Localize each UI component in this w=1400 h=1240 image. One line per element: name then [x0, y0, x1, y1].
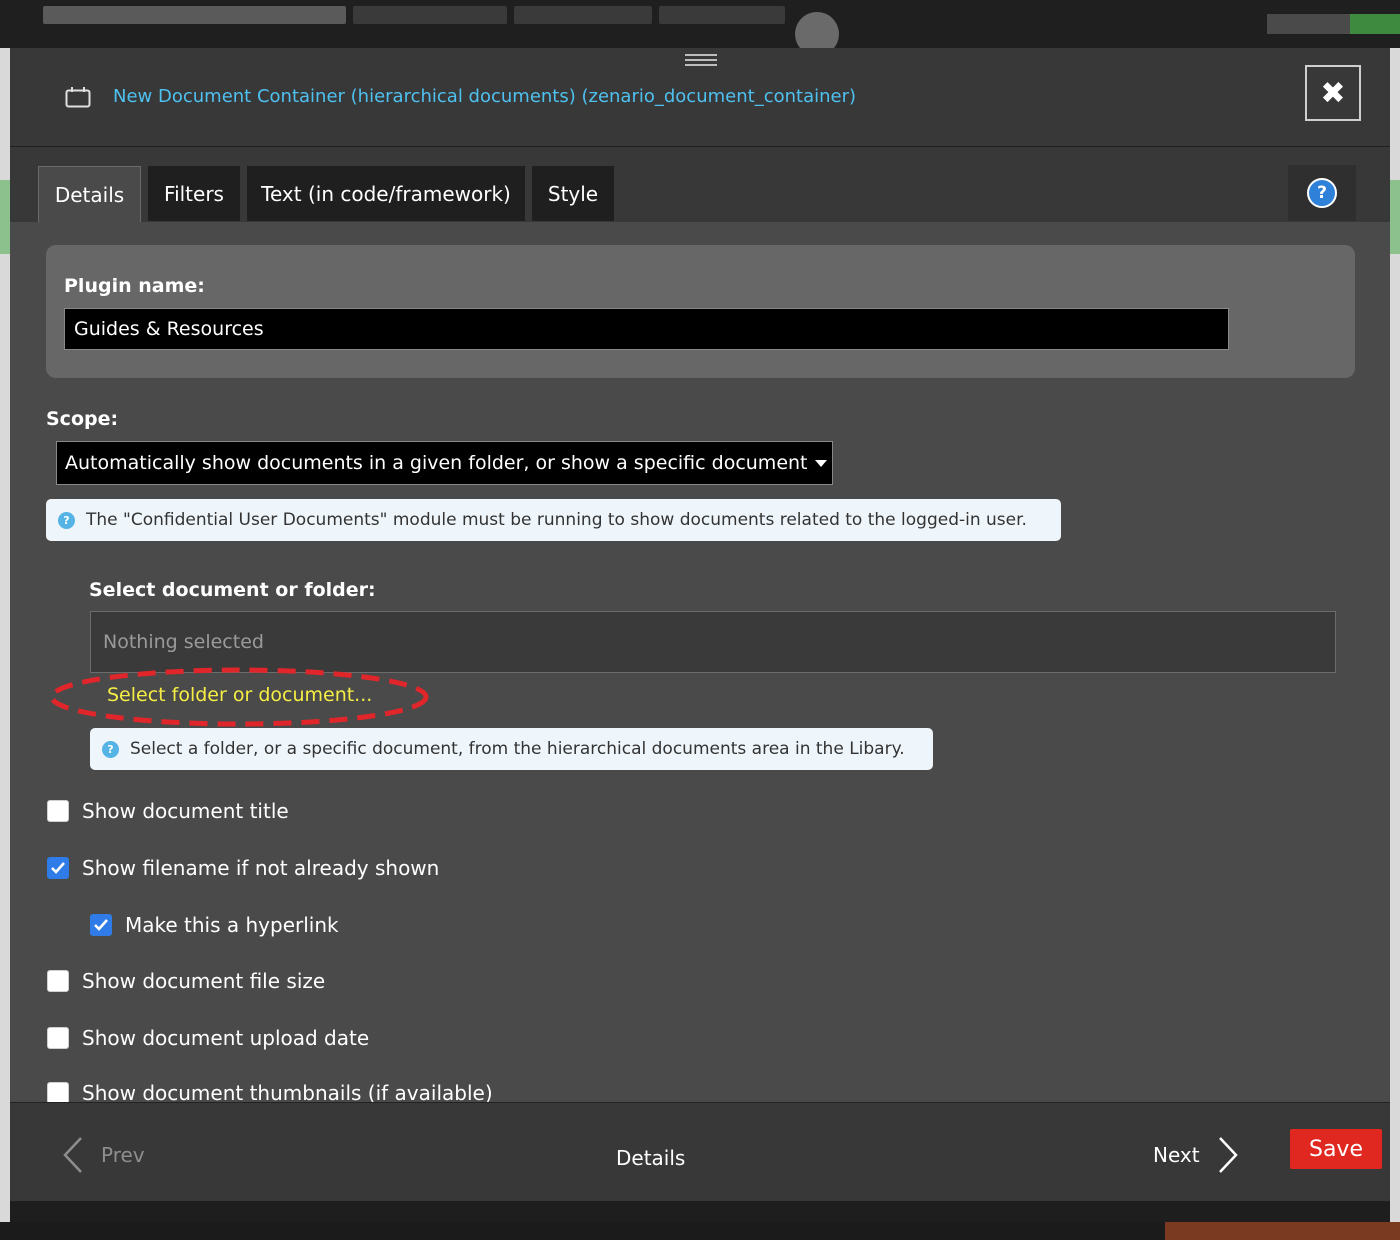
scope-note: ? The "Confidential User Documents" modu… — [46, 499, 1061, 541]
tab-label: Text (in code/framework) — [261, 181, 511, 206]
checkbox[interactable] — [47, 857, 69, 879]
checkbox[interactable] — [47, 1082, 69, 1102]
background-topbar — [0, 0, 1400, 56]
scope-label: Scope: — [46, 408, 119, 430]
option-label: Make this a hyperlink — [125, 913, 339, 937]
background-tab — [43, 6, 346, 24]
background-bottom-accent — [1165, 1222, 1400, 1240]
plugin-name-panel: Plugin name: Guides & Resources — [46, 245, 1355, 378]
chevron-right-icon — [1218, 1137, 1238, 1173]
plugin-name-label: Plugin name: — [64, 275, 205, 297]
close-icon: ✖ — [1320, 75, 1346, 111]
dialog-footer: Prev Details Next Save — [10, 1102, 1390, 1201]
plugin-box-icon — [65, 87, 91, 108]
checkbox[interactable] — [47, 970, 69, 992]
tab-label: Filters — [164, 181, 224, 206]
option-label: Show document upload date — [82, 1026, 370, 1050]
checkbox[interactable] — [47, 1027, 69, 1049]
select-folder-link[interactable]: Select folder or document... — [107, 684, 372, 706]
current-tab-indicator: Details — [616, 1146, 686, 1170]
option-make-hyperlink[interactable]: Make this a hyperlink — [90, 913, 339, 937]
option-label: Show document title — [82, 799, 289, 823]
picker-placeholder: Nothing selected — [103, 631, 264, 653]
chevron-down-icon — [814, 459, 827, 467]
prev-label: Prev — [101, 1143, 145, 1167]
close-button[interactable]: ✖ — [1305, 65, 1361, 121]
option-show-filename[interactable]: Show filename if not already shown — [47, 856, 439, 880]
plugin-name-value: Guides & Resources — [74, 318, 264, 340]
tab-style[interactable]: Style — [532, 166, 614, 221]
plugin-name-input[interactable]: Guides & Resources — [64, 308, 1229, 350]
select-document-note: ? Select a folder, or a specific documen… — [90, 728, 933, 770]
background-right-highlight — [1390, 180, 1400, 254]
tab-filters[interactable]: Filters — [148, 166, 240, 221]
option-label: Show filename if not already shown — [82, 856, 440, 880]
tab-label: Details — [54, 183, 125, 207]
option-show-title[interactable]: Show document title — [47, 799, 289, 823]
tab-label: Style — [547, 181, 599, 206]
dialog-header: New Document Container (hierarchical doc… — [10, 48, 1390, 147]
tab-bar: Details Filters Text (in code/framework)… — [10, 147, 1390, 223]
document-picker-field[interactable]: Nothing selected — [90, 611, 1336, 673]
checkbox[interactable] — [90, 914, 112, 936]
tab-text-code-framework[interactable]: Text (in code/framework) — [247, 166, 525, 221]
checkbox[interactable] — [47, 800, 69, 822]
help-box: ? — [1288, 165, 1356, 221]
background-button — [1267, 14, 1400, 34]
option-show-file-size[interactable]: Show document file size — [47, 969, 325, 993]
next-button[interactable]: Next — [1153, 1136, 1239, 1174]
option-label: Show document file size — [82, 969, 326, 993]
scope-selected-value: Automatically show documents in a given … — [65, 452, 808, 474]
scope-select[interactable]: Automatically show documents in a given … — [56, 441, 833, 485]
option-show-upload-date[interactable]: Show document upload date — [47, 1026, 369, 1050]
select-document-label: Select document or folder: — [89, 579, 376, 601]
plugin-settings-dialog: New Document Container (hierarchical doc… — [10, 48, 1390, 1201]
option-label: Show document thumbnails (if available) — [82, 1081, 493, 1102]
next-label: Next — [1153, 1143, 1200, 1167]
dialog-title: New Document Container (hierarchical doc… — [113, 86, 857, 107]
scope-note-text: The "Confidential User Documents" module… — [86, 510, 1027, 530]
background-tab — [659, 6, 785, 24]
info-icon: ? — [58, 511, 75, 529]
option-show-thumbnails[interactable]: Show document thumbnails (if available) — [47, 1081, 493, 1102]
background-left-highlight — [0, 180, 10, 254]
help-icon[interactable]: ? — [1307, 178, 1337, 208]
details-content: Plugin name: Guides & Resources Scope: A… — [10, 222, 1390, 1102]
tab-details[interactable]: Details — [38, 166, 141, 223]
drag-handle-icon[interactable] — [685, 54, 717, 66]
prev-button[interactable]: Prev — [62, 1136, 145, 1174]
save-button[interactable]: Save — [1290, 1129, 1382, 1169]
background-tab — [514, 6, 652, 24]
chevron-left-icon — [63, 1137, 82, 1173]
select-document-note-text: Select a folder, or a specific document,… — [130, 739, 905, 759]
background-tab — [353, 6, 507, 24]
info-icon: ? — [102, 740, 119, 758]
